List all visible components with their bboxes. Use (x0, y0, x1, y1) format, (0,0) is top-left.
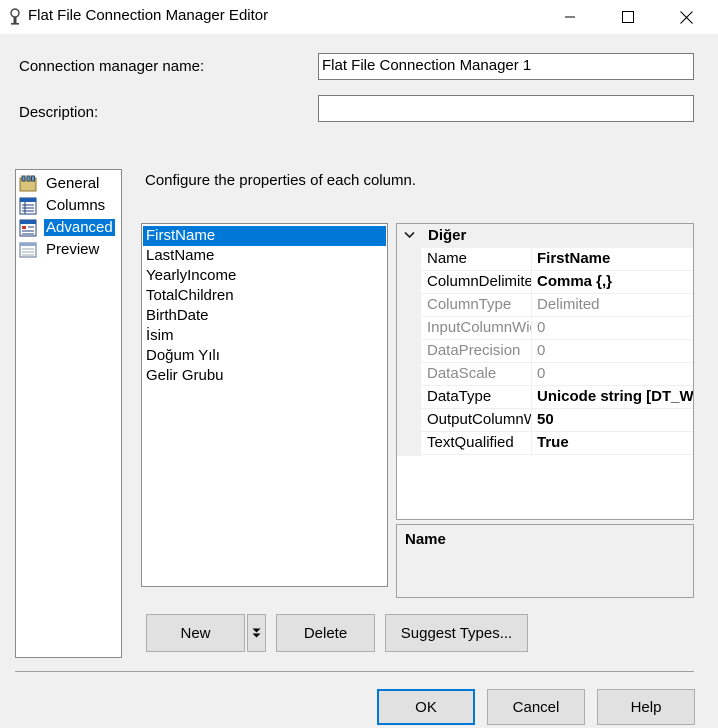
property-row-data-scale[interactable]: DataScale 0 (421, 363, 693, 386)
close-icon (679, 10, 693, 24)
connection-manager-icon (10, 8, 20, 25)
connection-name-input[interactable]: Flat File Connection Manager 1 (318, 53, 694, 80)
minimize-button[interactable] (542, 0, 598, 34)
nav-item-label: Columns (46, 197, 106, 214)
property-value: Delimited (537, 296, 600, 313)
separator (15, 671, 694, 672)
columns-icon (19, 197, 37, 214)
nav-item-label: General (46, 175, 100, 192)
property-row-input-column-width[interactable]: InputColumnWidth 0 (421, 317, 693, 340)
property-grid-gutter (397, 248, 421, 456)
property-value[interactable]: Comma {,} (537, 273, 693, 290)
column-list-item[interactable]: LastName (143, 246, 386, 266)
property-divider (531, 271, 532, 294)
property-row-text-qualified[interactable]: TextQualified True (421, 432, 693, 455)
delete-button[interactable]: Delete (276, 614, 375, 652)
column-list-item[interactable]: BirthDate (143, 306, 386, 326)
description-label: Description: (19, 104, 99, 121)
cancel-button[interactable]: Cancel (487, 689, 585, 725)
maximize-button[interactable] (600, 0, 656, 34)
property-value[interactable]: 50 (537, 411, 693, 428)
property-divider (531, 248, 532, 271)
close-button[interactable] (658, 0, 714, 34)
ok-button[interactable]: OK (377, 689, 475, 725)
property-name: InputColumnWidth (427, 319, 531, 336)
property-divider (531, 340, 532, 363)
property-divider (531, 386, 532, 409)
preview-icon (19, 242, 37, 257)
property-row-data-type[interactable]: DataType Unicode string [DT_WSTR] (421, 386, 693, 409)
window-title: Flat File Connection Manager Editor (28, 7, 269, 24)
property-value: 0 (537, 319, 546, 336)
property-description-panel: Name (396, 524, 694, 598)
new-dropdown-button[interactable] (247, 614, 266, 652)
property-name: ColumnType (427, 296, 512, 313)
property-name: TextQualified (427, 434, 514, 451)
instruction-text: Configure the properties of each column. (145, 172, 416, 189)
advanced-icon (19, 219, 37, 236)
column-list-item[interactable]: FirstName (143, 226, 386, 246)
new-button[interactable]: New (146, 614, 245, 652)
property-name: OutputColumnWidth (427, 411, 531, 428)
property-value: 0 (537, 342, 546, 359)
column-list-item[interactable]: Doğum Yılı (143, 346, 386, 366)
property-description-title: Name (405, 531, 446, 548)
chevron-down-icon[interactable] (404, 231, 415, 239)
property-row-column-type[interactable]: ColumnType Delimited (421, 294, 693, 317)
connection-name-label: Connection manager name: (19, 58, 205, 75)
property-divider (531, 294, 532, 317)
property-category[interactable]: Diğer (397, 224, 693, 248)
property-value[interactable]: FirstName (537, 250, 693, 267)
property-value[interactable]: Unicode string [DT_WSTR] (537, 388, 693, 405)
column-list[interactable]: FirstName LastName YearlyIncome TotalChi… (141, 223, 388, 587)
column-list-item[interactable]: Gelir Grubu (143, 366, 386, 386)
column-list-item[interactable]: YearlyIncome (143, 266, 386, 286)
nav-item-preview[interactable]: Preview (19, 239, 101, 260)
help-button[interactable]: Help (597, 689, 695, 725)
property-grid[interactable]: Diğer Name FirstName ColumnDelimiter Com… (396, 223, 694, 520)
nav-item-general[interactable]: General (19, 173, 101, 194)
property-name: Name (427, 250, 468, 267)
column-list-item[interactable]: TotalChildren (143, 286, 386, 306)
property-name: DataScale (427, 365, 497, 382)
property-name: DataPrecision (427, 342, 521, 359)
property-divider (531, 432, 532, 455)
property-value: 0 (537, 365, 546, 382)
property-row-column-delimiter[interactable]: ColumnDelimiter Comma {,} (421, 271, 693, 294)
general-icon (19, 175, 37, 191)
title-bar: Flat File Connection Manager Editor (0, 0, 718, 34)
property-row-output-column-width[interactable]: OutputColumnWidth 50 (421, 409, 693, 432)
category-label: Diğer (428, 227, 467, 244)
minimize-icon (565, 16, 575, 18)
suggest-types-button[interactable]: Suggest Types... (385, 614, 528, 652)
nav-item-advanced[interactable]: Advanced (19, 217, 115, 238)
nav-item-label: Advanced (44, 219, 115, 236)
property-row-name[interactable]: Name FirstName (421, 248, 693, 271)
property-row-data-precision[interactable]: DataPrecision 0 (421, 340, 693, 363)
property-name: DataType (427, 388, 492, 405)
property-divider (531, 363, 532, 386)
property-divider (531, 317, 532, 340)
page-navigation: General Columns Advanced Preview (15, 169, 122, 658)
property-value[interactable]: True (537, 434, 693, 451)
property-name: ColumnDelimiter (427, 273, 531, 290)
column-list-item[interactable]: İsim (143, 326, 386, 346)
description-input[interactable] (318, 95, 694, 122)
nav-item-columns[interactable]: Columns (19, 195, 107, 216)
double-chevron-down-icon (252, 628, 261, 637)
maximize-icon (622, 11, 634, 23)
nav-item-label: Preview (46, 241, 100, 258)
property-divider (531, 409, 532, 432)
